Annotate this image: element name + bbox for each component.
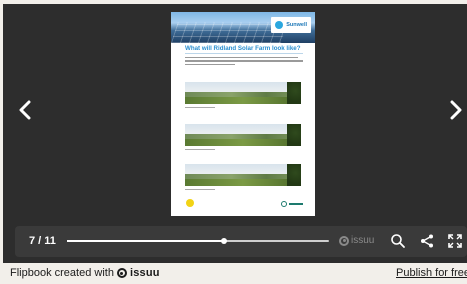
share-icon[interactable] xyxy=(419,233,435,249)
page-slider-handle[interactable] xyxy=(221,238,228,244)
logo-icon xyxy=(275,21,284,29)
page-slider-fill xyxy=(67,240,225,242)
page-title: What will Ridland Solar Farm look like? xyxy=(185,45,301,52)
divider xyxy=(185,53,303,54)
issuu-icon xyxy=(339,235,349,246)
publish-for-free-link[interactable]: Publish for free xyxy=(396,267,467,279)
issuu-icon xyxy=(116,268,127,278)
landscape-photo xyxy=(185,124,301,146)
company-logo: Sunwell xyxy=(271,17,311,33)
flipbook-credit[interactable]: Flipbook created with issuu xyxy=(10,267,160,279)
photo-caption xyxy=(185,107,215,108)
fullscreen-icon[interactable] xyxy=(447,233,463,249)
search-icon[interactable] xyxy=(390,233,406,249)
landscape-photo xyxy=(185,82,301,104)
chevron-left-icon xyxy=(19,100,31,120)
previous-page-button[interactable] xyxy=(14,96,36,124)
document-page[interactable]: Sunwell What will Ridland Solar Farm loo… xyxy=(171,12,315,216)
landscape-photo xyxy=(185,164,301,186)
footer-logo xyxy=(281,201,303,207)
chevron-right-icon xyxy=(450,100,462,120)
page-counter: 7 / 11 xyxy=(29,235,56,247)
page-slider[interactable] xyxy=(67,238,329,244)
issuu-logo[interactable]: issuu xyxy=(339,235,374,246)
solar-panels-photo: Sunwell xyxy=(171,12,315,43)
viewer-toolbar: 7 / 11 issuu xyxy=(15,226,467,257)
flipbook-viewer: Sunwell What will Ridland Solar Farm loo… xyxy=(3,4,467,263)
photo-caption xyxy=(185,149,215,150)
bottom-bar: Flipbook created with issuu Publish for … xyxy=(0,263,467,284)
page-body-text xyxy=(185,57,303,67)
photo-caption xyxy=(185,189,215,190)
footer-badge-icon xyxy=(186,199,194,207)
next-page-button[interactable] xyxy=(445,96,467,124)
